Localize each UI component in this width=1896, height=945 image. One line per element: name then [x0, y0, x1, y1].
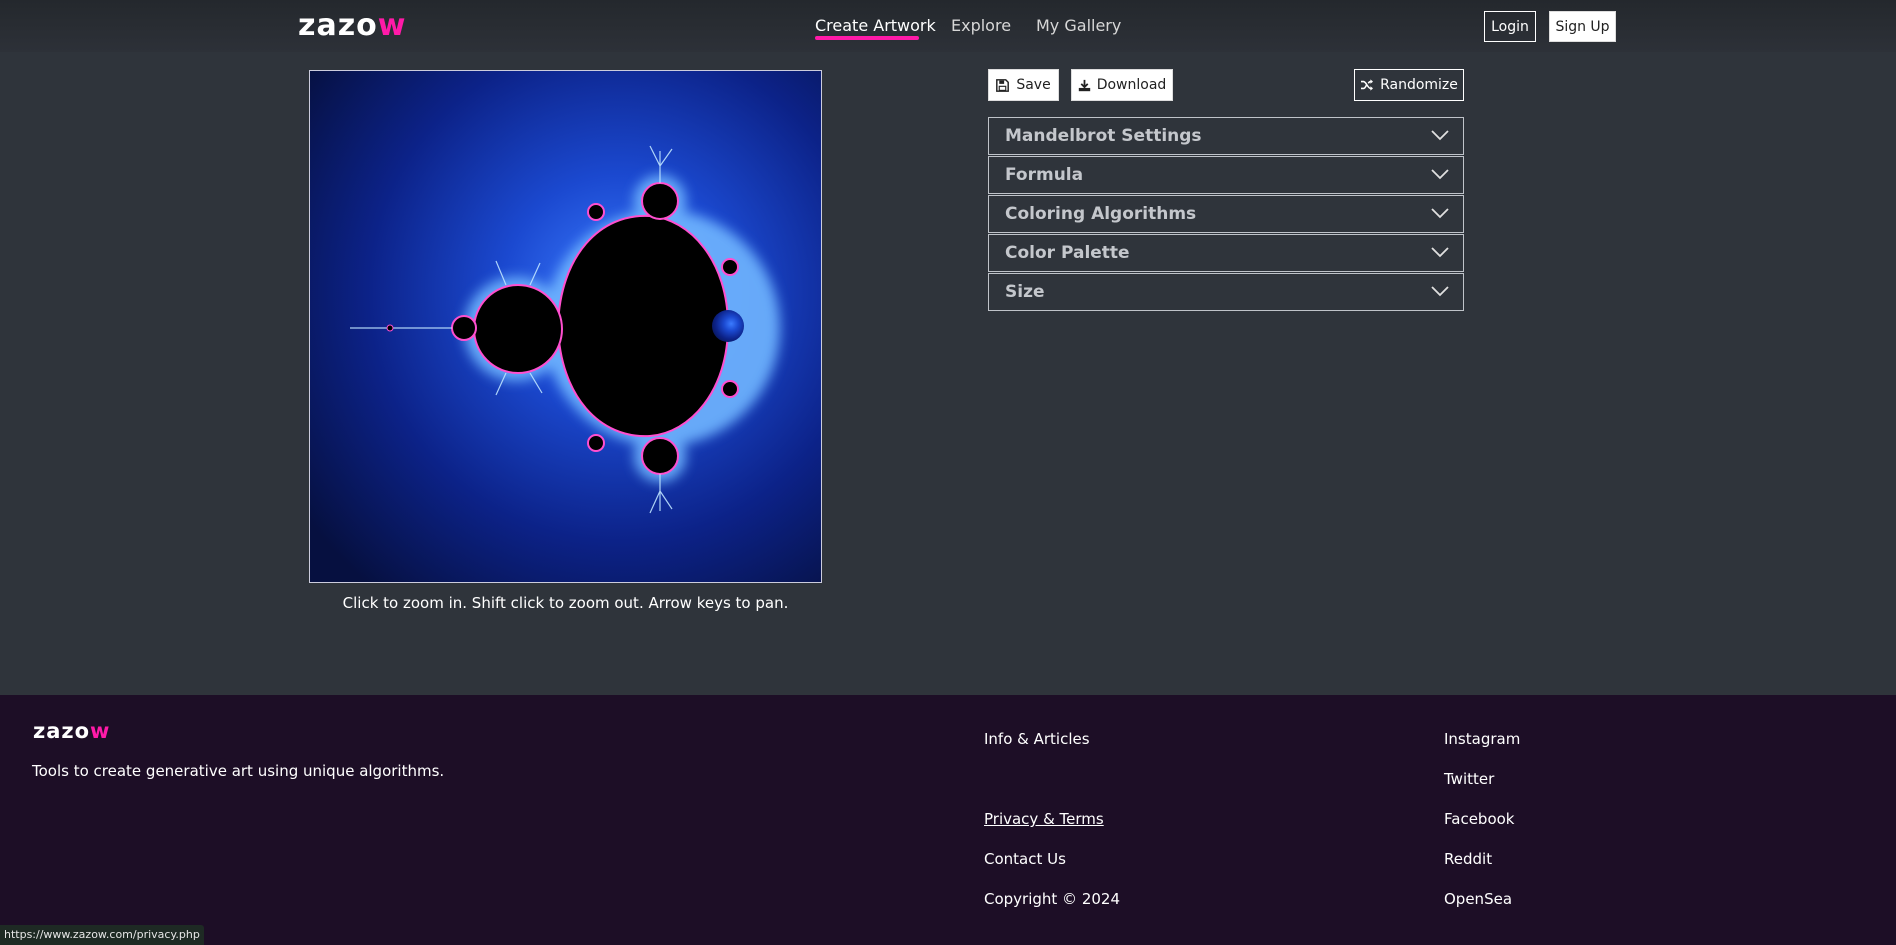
footer-link-privacy-terms[interactable]: Privacy & Terms [984, 810, 1104, 828]
login-button[interactable]: Login [1484, 11, 1536, 42]
save-button[interactable]: Save [988, 69, 1059, 101]
footer-link-contact-us[interactable]: Contact Us [984, 850, 1066, 868]
mandelbrot-image[interactable] [310, 71, 822, 583]
nav-explore[interactable]: Explore [951, 16, 1011, 35]
signup-button[interactable]: Sign Up [1549, 11, 1616, 42]
panel-size[interactable]: Size [988, 273, 1464, 311]
nav-create-artwork[interactable]: Create Artwork [815, 16, 936, 35]
footer-link-facebook[interactable]: Facebook [1444, 810, 1514, 828]
chevron-down-icon [1431, 208, 1449, 219]
canvas-hint: Click to zoom in. Shift click to zoom ou… [342, 594, 789, 612]
nav-active-underline [815, 36, 919, 40]
chevron-down-icon [1431, 169, 1449, 180]
footer-link-info-articles[interactable]: Info & Articles [984, 730, 1090, 748]
footer-link-opensea[interactable]: OpenSea [1444, 890, 1512, 908]
site-logo[interactable]: zazow [298, 8, 407, 43]
footer-logo[interactable]: zazow [33, 719, 110, 743]
shuffle-icon [1361, 79, 1374, 91]
chevron-down-icon [1431, 247, 1449, 258]
download-button[interactable]: Download [1071, 69, 1173, 101]
panel-formula[interactable]: Formula [988, 156, 1464, 194]
randomize-button[interactable]: Randomize [1354, 69, 1464, 101]
footer-link-reddit[interactable]: Reddit [1444, 850, 1492, 868]
floppy-disk-icon [996, 78, 1010, 92]
panel-color-palette[interactable]: Color Palette [988, 234, 1464, 272]
footer-tagline: Tools to create generative art using uni… [32, 762, 445, 780]
footer-link-twitter[interactable]: Twitter [1444, 770, 1494, 788]
footer-link-instagram[interactable]: Instagram [1444, 730, 1520, 748]
chevron-down-icon [1431, 130, 1449, 141]
footer [0, 695, 1896, 945]
fractal-canvas[interactable] [309, 70, 822, 583]
panel-mandelbrot-settings[interactable]: Mandelbrot Settings [988, 117, 1464, 155]
download-icon [1078, 79, 1090, 91]
status-bar-url: https://www.zazow.com/privacy.php [0, 925, 204, 945]
chevron-down-icon [1431, 286, 1449, 297]
panel-coloring-algorithms[interactable]: Coloring Algorithms [988, 195, 1464, 233]
footer-copyright: Copyright © 2024 [984, 890, 1121, 908]
nav-my-gallery[interactable]: My Gallery [1036, 16, 1121, 35]
